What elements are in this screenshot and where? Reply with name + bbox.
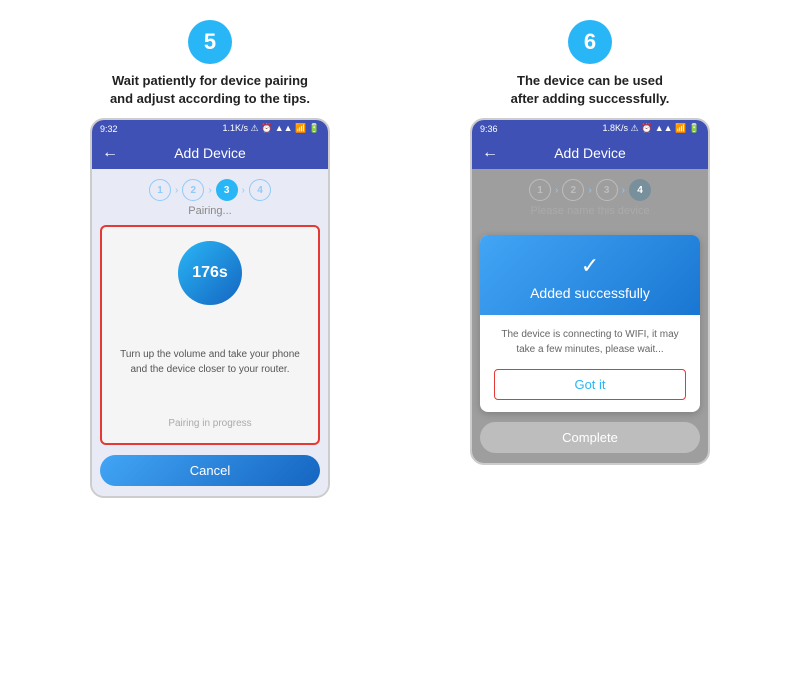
pairing-progress: Pairing in progress [168, 418, 251, 429]
phone-body-5: 1 › 2 › 3 › 4 Pairing... 176s Turn up th… [92, 169, 328, 496]
phone-header-6: ← Add Device [472, 137, 708, 169]
pairing-label: Pairing... [188, 205, 231, 217]
step-indicators-5: 1 › 2 › 3 › 4 [149, 179, 271, 201]
step-dot-6-3: 3 [596, 179, 618, 201]
step-dot-4: 4 [249, 179, 271, 201]
step-dot-2: 2 [182, 179, 204, 201]
arrow-3: › [242, 185, 245, 196]
success-title: Added successfully [530, 285, 650, 301]
phone-step6: 9:36 1.8K/s ⚠ ⏰ ▲▲ 📶 🔋 ← Add Device 1 › … [470, 118, 710, 465]
time-6: 9:36 [480, 124, 498, 134]
step-dot-6-4: 4 [629, 179, 651, 201]
timer-value: 176s [192, 264, 228, 282]
cancel-button[interactable]: Cancel [100, 455, 320, 486]
step5-number: 5 [204, 29, 216, 55]
arrow-6-1: › [555, 185, 558, 196]
checkmark-icon: ✓ [581, 253, 599, 279]
success-description: The device is connecting to WIFI, it may… [494, 327, 686, 357]
success-card: ✓ Added successfully The device is conne… [480, 235, 700, 412]
back-arrow-5[interactable]: ← [102, 144, 118, 162]
panel-step5: 5 Wait patiently for device pairingand a… [30, 20, 390, 498]
step-dot-1: 1 [149, 179, 171, 201]
pairing-box: 176s Turn up the volume and take your ph… [100, 225, 320, 445]
status-icons-5: 1.1K/s ⚠ ⏰ ▲▲ 📶 🔋 [222, 123, 320, 134]
success-card-header: ✓ Added successfully [480, 235, 700, 315]
step6-circle: 6 [568, 20, 612, 64]
step-dot-6-2: 2 [562, 179, 584, 201]
arrow-2: › [208, 185, 211, 196]
pairing-instruction: Turn up the volume and take your phone a… [112, 347, 308, 377]
time-5: 9:32 [100, 124, 118, 134]
phone-header-5: ← Add Device [92, 137, 328, 169]
phone-body-6: 1 › 2 › 3 › 4 Please name this device ✓ … [472, 169, 708, 463]
got-it-button[interactable]: Got it [494, 369, 686, 400]
success-card-body: The device is connecting to WIFI, it may… [480, 315, 700, 412]
status-bar-6: 9:36 1.8K/s ⚠ ⏰ ▲▲ 📶 🔋 [472, 120, 708, 137]
back-arrow-6[interactable]: ← [482, 144, 498, 162]
step6-description: The device can be usedafter adding succe… [511, 72, 670, 108]
header-title-6: Add Device [554, 145, 626, 161]
panel-step6: 6 The device can be usedafter adding suc… [410, 20, 770, 465]
arrow-6-2: › [588, 185, 591, 196]
arrow-1: › [175, 185, 178, 196]
phone-step5: 9:32 1.1K/s ⚠ ⏰ ▲▲ 📶 🔋 ← Add Device 1 › … [90, 118, 330, 498]
step5-circle: 5 [188, 20, 232, 64]
step5-description: Wait patiently for device pairingand adj… [110, 72, 310, 108]
step-dot-3: 3 [216, 179, 238, 201]
header-title-5: Add Device [174, 145, 246, 161]
complete-button[interactable]: Complete [480, 422, 700, 453]
please-name-label: Please name this device [530, 205, 649, 217]
step-dot-6-1: 1 [529, 179, 551, 201]
status-bar-5: 9:32 1.1K/s ⚠ ⏰ ▲▲ 📶 🔋 [92, 120, 328, 137]
timer-circle: 176s [178, 241, 242, 305]
step6-number: 6 [584, 29, 596, 55]
arrow-6-3: › [622, 185, 625, 196]
step-indicators-6: 1 › 2 › 3 › 4 [529, 179, 651, 201]
status-icons-6: 1.8K/s ⚠ ⏰ ▲▲ 📶 🔋 [602, 123, 700, 134]
